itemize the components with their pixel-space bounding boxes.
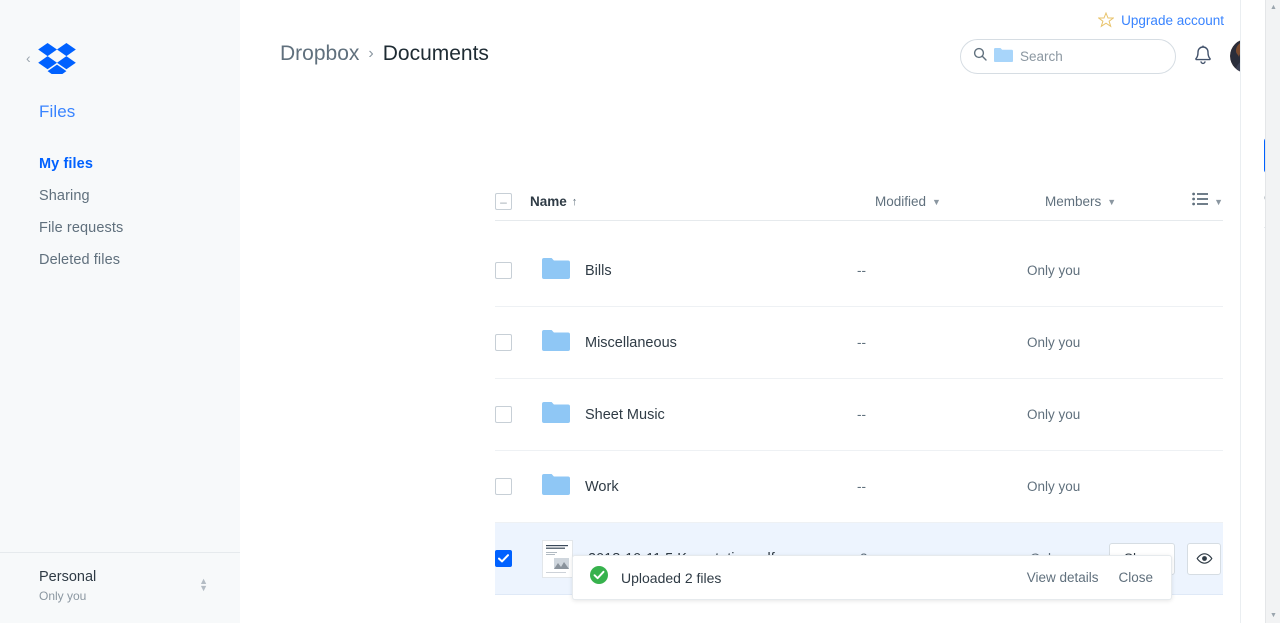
sidebar-item-my-files[interactable]: My files [39, 148, 240, 180]
folder-icon [512, 329, 570, 356]
sidebar-item-deleted-files[interactable]: Deleted files [39, 244, 240, 276]
breadcrumb-current: Documents [383, 42, 489, 66]
table-row[interactable]: Miscellaneous -- Only you [495, 307, 1223, 379]
row-checkbox[interactable] [495, 262, 512, 279]
file-members: Only you [1027, 335, 1157, 350]
file-name[interactable]: Work [585, 479, 857, 495]
sidebar-nav: My files Sharing File requests Deleted f… [0, 122, 240, 276]
file-members: Only you [1027, 263, 1157, 278]
search-icon [973, 47, 987, 66]
file-members: Only you [1027, 407, 1157, 422]
main-content: Upgrade account Dropbox › Documents [240, 0, 1280, 623]
scroll-up-icon[interactable]: ▲ [1266, 0, 1280, 15]
file-name[interactable]: Miscellaneous [585, 335, 857, 351]
scroll-down-icon[interactable]: ▼ [1266, 608, 1280, 623]
account-name: Personal [39, 567, 96, 587]
row-checkbox[interactable] [495, 550, 512, 567]
logo-row: ‹ [0, 0, 240, 76]
page-scrollbar[interactable]: ▲ ▼ [1265, 0, 1280, 623]
star-outline-icon [1098, 12, 1114, 28]
notifications-bell-icon[interactable] [1192, 44, 1214, 68]
row-checkbox[interactable] [495, 334, 512, 351]
table-row[interactable]: Bills -- Only you [495, 235, 1223, 307]
file-modified: -- [857, 479, 1027, 494]
upload-toast: Uploaded 2 files View details Close [572, 555, 1172, 600]
upgrade-account-link[interactable]: Upgrade account [1121, 13, 1224, 28]
view-options[interactable]: ▼ [1192, 192, 1223, 211]
file-members: Only you [1027, 479, 1157, 494]
file-name[interactable]: Bills [585, 263, 857, 279]
table-row[interactable]: Work -- Only you [495, 451, 1223, 523]
folder-icon [512, 401, 570, 428]
folder-icon [512, 257, 570, 284]
chevron-down-icon: ▼ [932, 197, 941, 207]
file-modified: -- [857, 407, 1027, 422]
sort-ascending-icon: ↑ [572, 196, 578, 208]
sidebar-item-sharing[interactable]: Sharing [39, 180, 240, 212]
column-header-name-label: Name [530, 194, 567, 209]
sidebar-section-files[interactable]: Files [0, 76, 240, 122]
sidebar-item-file-requests[interactable]: File requests [39, 212, 240, 244]
column-header-name[interactable]: Name ↑ [530, 194, 875, 209]
account-sub: Only you [39, 589, 96, 603]
chevron-down-icon: ▼ [1107, 197, 1116, 207]
column-header-modified-label: Modified [875, 194, 926, 209]
account-switcher-caret-icon[interactable]: ▲▼ [199, 578, 208, 592]
preview-eye-icon[interactable] [1187, 543, 1221, 575]
column-header-members[interactable]: Members ▼ [1045, 194, 1175, 209]
pdf-thumbnail-icon [542, 540, 573, 578]
breadcrumb-separator-icon: › [368, 45, 373, 63]
chevron-down-icon[interactable]: ▼ [1214, 197, 1223, 207]
topbar: Upgrade account Dropbox › Documents [240, 0, 1280, 92]
sidebar: ‹ Files My files Sharing File requests D… [0, 0, 240, 623]
collapse-sidebar-icon[interactable]: ‹ [26, 51, 31, 65]
upgrade-account-row[interactable]: Upgrade account [1098, 12, 1224, 28]
file-list: Bills -- Only you Miscellaneous -- Only … [495, 235, 1223, 595]
success-check-icon [589, 565, 609, 590]
row-checkbox[interactable] [495, 478, 512, 495]
column-header-modified[interactable]: Modified ▼ [875, 194, 1045, 209]
file-modified: -- [857, 335, 1027, 350]
search-scope-folder-icon[interactable] [994, 47, 1013, 67]
folder-icon [512, 473, 570, 500]
search-box[interactable] [960, 39, 1176, 74]
toast-close-link[interactable]: Close [1118, 570, 1153, 585]
sidebar-account-switcher[interactable]: Personal Only you ▲▼ [0, 552, 240, 623]
breadcrumb: Dropbox › Documents [280, 42, 489, 66]
file-name[interactable]: Sheet Music [585, 407, 857, 423]
list-view-icon[interactable] [1192, 192, 1208, 211]
search-wrap [960, 39, 1176, 74]
toast-view-details-link[interactable]: View details [1027, 570, 1099, 585]
row-checkbox[interactable] [495, 406, 512, 423]
table-header-row: – Name ↑ Modified ▼ Members ▼ [495, 195, 1223, 221]
table-row[interactable]: Sheet Music -- Only you [495, 379, 1223, 451]
search-input[interactable] [1020, 49, 1170, 64]
dropbox-logo-icon[interactable] [38, 42, 76, 74]
toast-message: Uploaded 2 files [621, 570, 1007, 586]
dropbox-app: ‹ Files My files Sharing File requests D… [0, 0, 1280, 623]
breadcrumb-root[interactable]: Dropbox [280, 42, 359, 66]
column-header-members-label: Members [1045, 194, 1101, 209]
file-modified: -- [857, 263, 1027, 278]
select-all-checkbox[interactable]: – [495, 193, 512, 210]
